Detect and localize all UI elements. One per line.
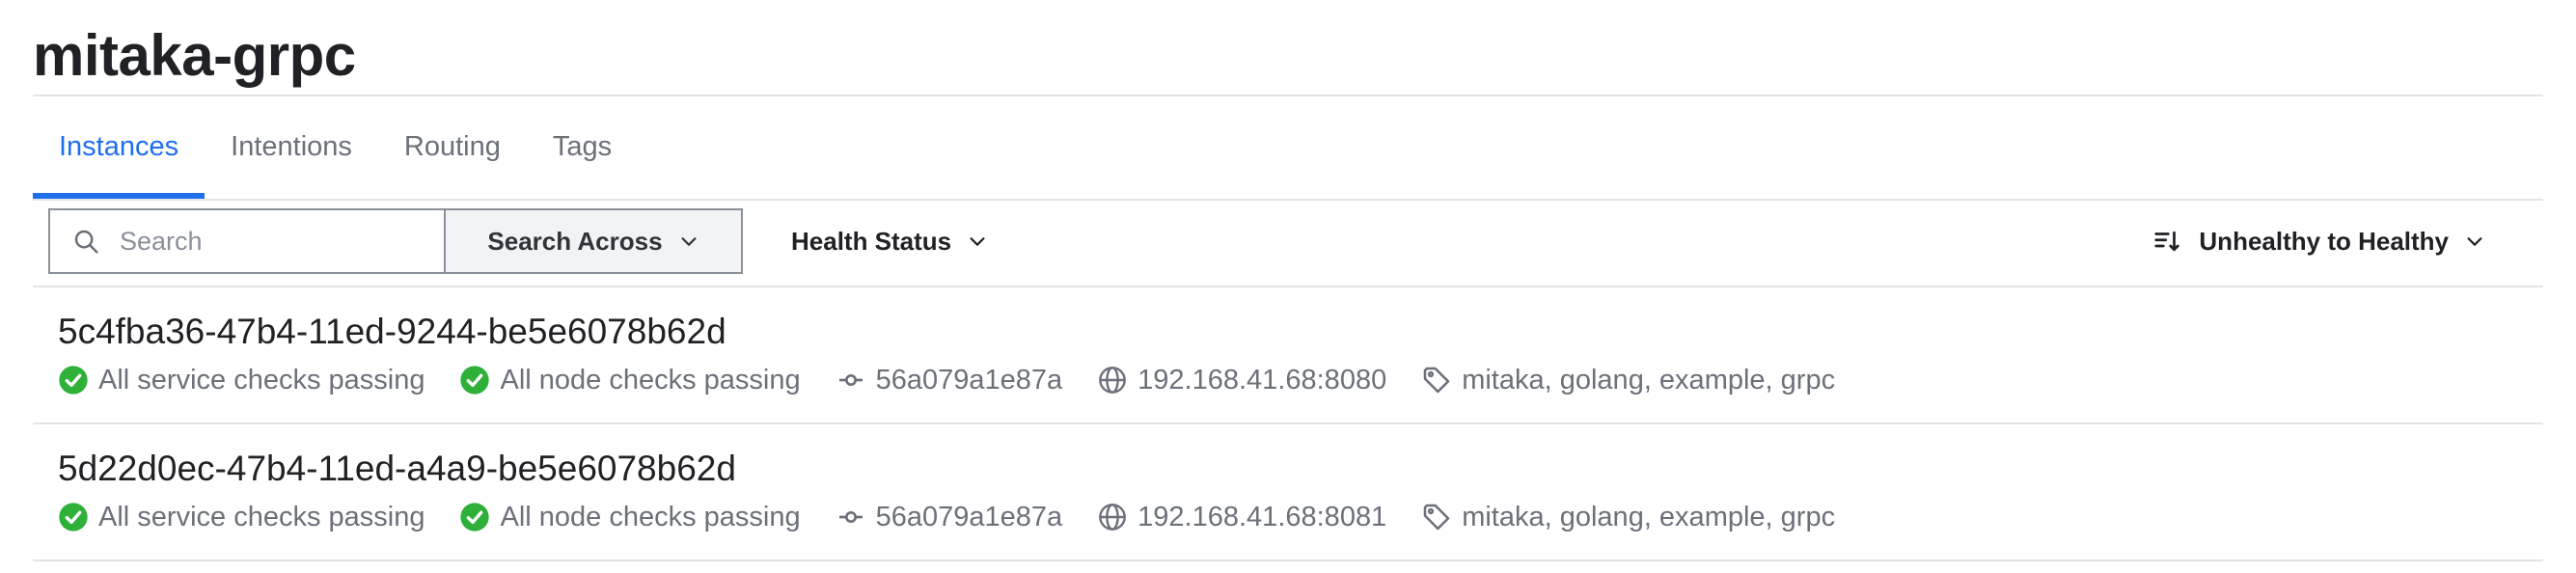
search-input[interactable]	[118, 225, 411, 258]
instance-address: 192.168.41.68:8081	[1097, 502, 1386, 533]
node-checks-text: All node checks passing	[500, 501, 801, 532]
page-title: mitaka-grpc	[33, 23, 356, 88]
tags-text: mitaka, golang, example, grpc	[1462, 501, 1836, 532]
filter-toolbar: Search Across Health Status Unhealthy to…	[33, 201, 2543, 287]
service-detail-page: mitaka-grpc Instances Intentions Routing…	[33, 0, 2543, 573]
service-checks-status: All service checks passing	[58, 365, 425, 396]
chevron-down-icon	[2467, 237, 2482, 246]
git-commit-icon	[838, 511, 863, 523]
list-item[interactable]: 5c4fba36-47b4-11ed-9244-be5e6078b62d All…	[33, 287, 2543, 424]
tab-intentions[interactable]: Intentions	[205, 96, 378, 197]
sort-dropdown[interactable]: Unhealthy to Healthy	[2152, 208, 2485, 274]
health-status-filter[interactable]: Health Status	[791, 208, 988, 274]
tab-bar: Instances Intentions Routing Tags	[33, 96, 2543, 201]
node-name: 56a079a1e87a	[836, 501, 1063, 533]
instance-id[interactable]: 5d22d0ec-47b4-11ed-a4a9-be5e6078b62d	[58, 446, 736, 492]
sort-label: Unhealthy to Healthy	[2199, 226, 2449, 256]
git-commit-icon	[838, 374, 863, 386]
instance-id[interactable]: 5c4fba36-47b4-11ed-9244-be5e6078b62d	[58, 309, 726, 355]
chevron-down-icon	[681, 237, 697, 246]
instance-address: 192.168.41.68:8080	[1097, 365, 1386, 396]
node-checks-status: All node checks passing	[459, 364, 801, 396]
service-checks-text: All service checks passing	[98, 501, 425, 532]
instance-meta: All service checks passing All node chec…	[58, 361, 1870, 399]
address-text: 192.168.41.68:8080	[1137, 364, 1387, 396]
check-circle-icon	[59, 503, 88, 532]
tags-text: mitaka, golang, example, grpc	[1462, 364, 1836, 396]
node-name-text: 56a079a1e87a	[875, 501, 1063, 532]
service-checks-status: All service checks passing	[58, 502, 425, 533]
instance-tags: mitaka, golang, example, grpc	[1421, 365, 1835, 396]
check-circle-icon	[59, 366, 88, 395]
search-across-label: Search Across	[487, 226, 663, 256]
check-circle-icon	[460, 503, 490, 532]
globe-icon	[1099, 367, 1127, 394]
search-icon	[74, 230, 98, 254]
tab-routing[interactable]: Routing	[378, 96, 527, 197]
address-text: 192.168.41.68:8081	[1137, 501, 1387, 532]
tag-icon	[1423, 504, 1450, 531]
tab-tags[interactable]: Tags	[527, 96, 638, 197]
instance-list: 5c4fba36-47b4-11ed-9244-be5e6078b62d All…	[33, 287, 2543, 561]
sort-icon	[2154, 231, 2180, 252]
health-status-label: Health Status	[791, 226, 952, 256]
globe-icon	[1099, 504, 1127, 531]
service-checks-text: All service checks passing	[98, 364, 425, 396]
search-box	[48, 208, 444, 274]
instance-tags: mitaka, golang, example, grpc	[1421, 502, 1835, 533]
node-name-text: 56a079a1e87a	[875, 364, 1063, 396]
check-circle-icon	[460, 366, 490, 395]
node-checks-text: All node checks passing	[500, 364, 801, 396]
node-checks-status: All node checks passing	[459, 501, 801, 533]
node-name: 56a079a1e87a	[836, 364, 1063, 396]
list-item[interactable]: 5d22d0ec-47b4-11ed-a4a9-be5e6078b62d All…	[33, 424, 2543, 561]
instance-meta: All service checks passing All node chec…	[58, 498, 1870, 536]
tag-icon	[1423, 367, 1450, 394]
chevron-down-icon	[970, 237, 985, 246]
tab-instances[interactable]: Instances	[33, 96, 206, 199]
search-across-button[interactable]: Search Across	[444, 208, 743, 274]
